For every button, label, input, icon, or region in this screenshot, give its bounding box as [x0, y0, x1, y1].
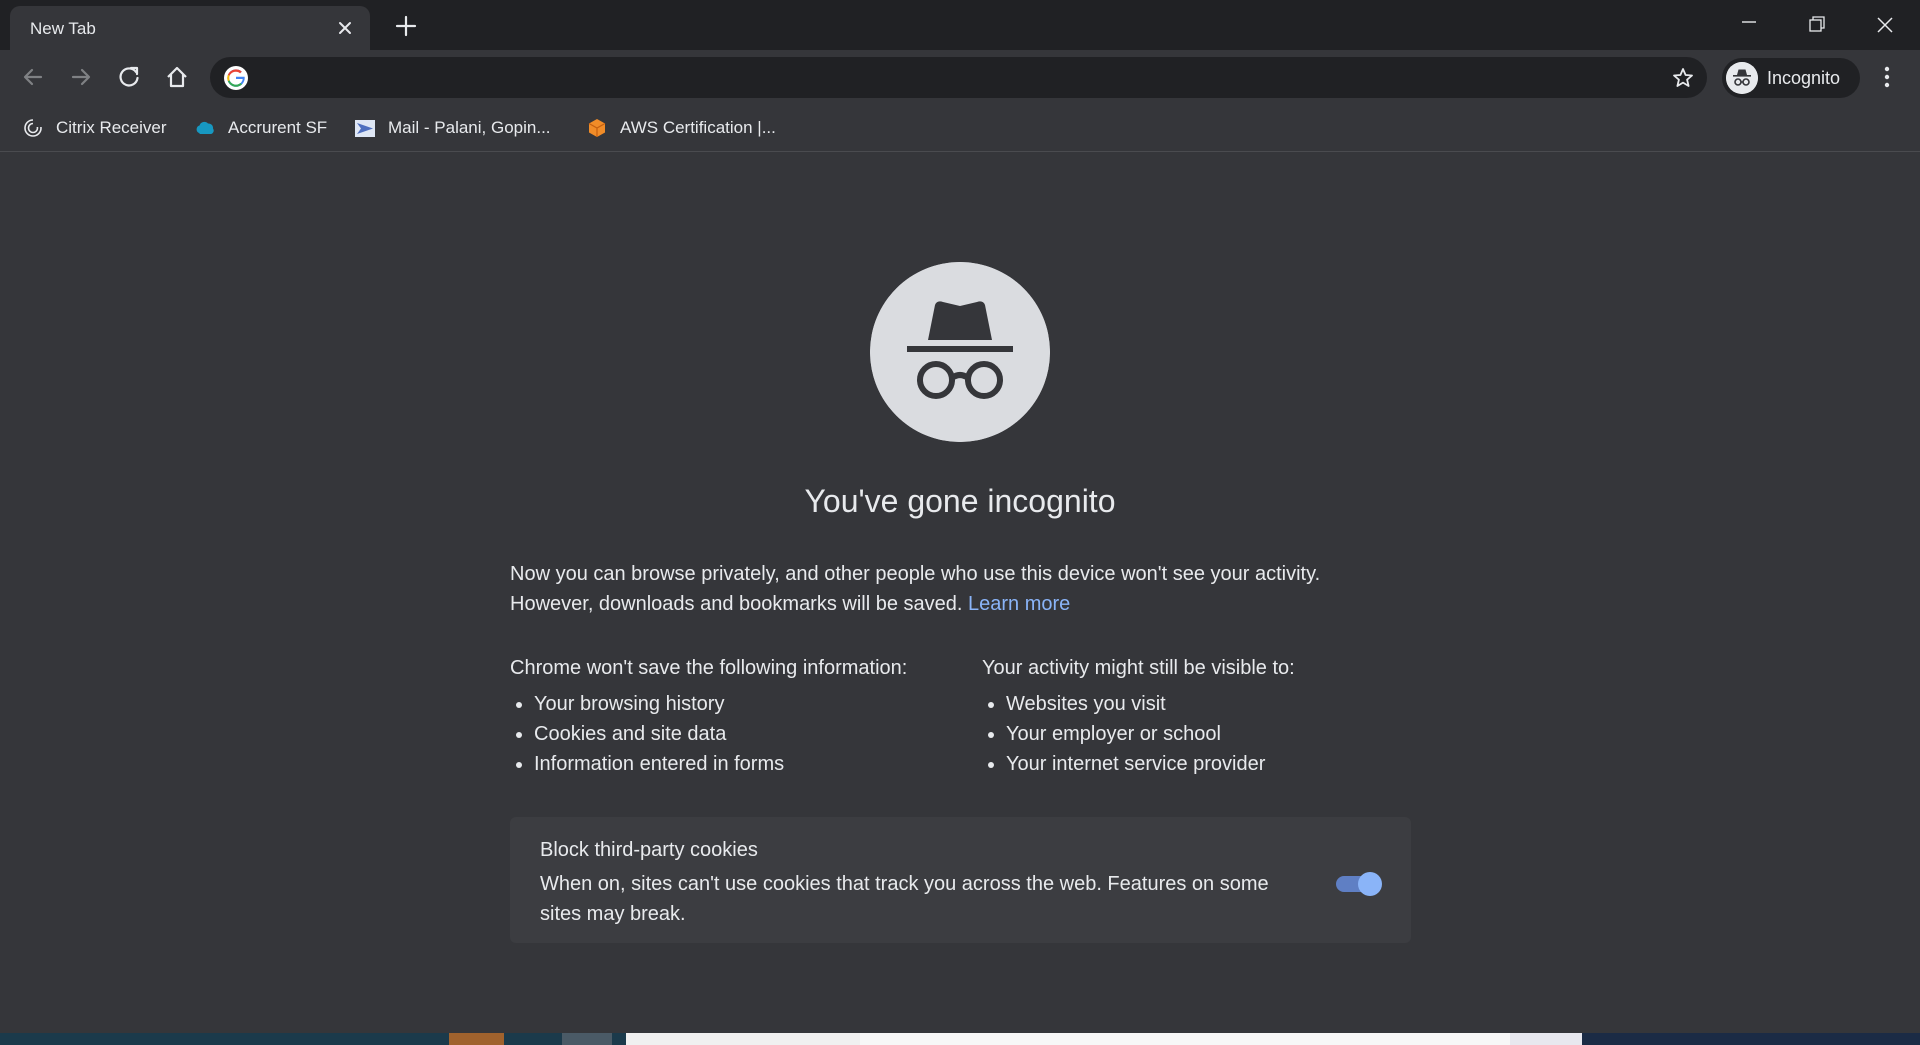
new-tab-plus-icon[interactable] [392, 12, 420, 40]
tab-title: New Tab [30, 19, 96, 38]
tab-strip: New Tab [0, 0, 1920, 50]
taskbar-app-tile[interactable] [562, 1033, 612, 1045]
profile-label: Incognito [1767, 68, 1841, 88]
still-visible-section: Your activity might still be visible to:… [982, 653, 1442, 779]
bookmark-star-icon[interactable] [1671, 66, 1695, 90]
bookmark-label: Citrix Receiver [56, 118, 167, 137]
bookmark-accrurent-sf[interactable]: Accrurent SF [194, 114, 327, 142]
cookie-card-description: When on, sites can't use cookies that tr… [540, 873, 1269, 925]
list-item: Your internet service provider [982, 749, 1442, 779]
reload-icon[interactable] [114, 62, 144, 92]
description-line-1: Now you can browse privately, and other … [510, 563, 1321, 585]
salesforce-cloud-icon [196, 121, 214, 134]
bookmark-citrix-receiver[interactable]: Citrix Receiver [22, 114, 167, 142]
bookmark-aws-certification[interactable]: AWS Certification |... [586, 114, 776, 142]
list-item: Websites you visit [982, 689, 1442, 719]
minimize-icon[interactable] [1720, 4, 1778, 44]
home-icon[interactable] [162, 62, 192, 92]
bookmark-label: Accrurent SF [228, 118, 328, 137]
mail-icon [355, 120, 375, 137]
description-line-2-text: However, downloads and bookmarks will be… [510, 593, 963, 615]
list-item: Cookies and site data [510, 719, 970, 749]
taskbar-app-tile[interactable] [449, 1033, 504, 1045]
incognito-hat-glasses-icon [870, 262, 1050, 442]
incognito-description: Now you can browse privately, and other … [510, 559, 1410, 619]
incognito-avatar-icon [1726, 62, 1758, 94]
taskbar-window-preview[interactable] [860, 1033, 1510, 1045]
aws-cube-icon [588, 119, 606, 137]
taskbar-peek [0, 1033, 1920, 1045]
third-party-cookies-card: Block third-party cookies When on, sites… [510, 817, 1411, 943]
learn-more-link[interactable]: Learn more [968, 593, 1070, 615]
list-item: Your browsing history [510, 689, 970, 719]
citrix-icon [24, 119, 42, 137]
still-visible-heading: Your activity might still be visible to: [982, 657, 1295, 679]
still-visible-list: Websites you visit Your employer or scho… [982, 689, 1442, 779]
incognito-page: You've gone incognito Now you can browse… [0, 153, 1920, 1033]
toolbar: Incognito [0, 50, 1920, 104]
bookmark-label: Mail - Palani, Gopin... [388, 118, 551, 137]
toggle-knob [1358, 872, 1382, 896]
bookmarks-bar: Citrix Receiver Accrurent SF Mail - Pala… [0, 104, 1920, 152]
close-icon[interactable] [334, 17, 356, 39]
cookie-card-title: Block third-party cookies [540, 839, 758, 861]
bookmark-mail[interactable]: Mail - Palani, Gopin... [354, 114, 551, 142]
list-item: Your employer or school [982, 719, 1442, 749]
block-cookies-toggle[interactable] [1334, 869, 1384, 897]
window-close-icon[interactable] [1856, 4, 1914, 44]
restore-icon[interactable] [1788, 4, 1846, 44]
list-item: Information entered in forms [510, 749, 970, 779]
taskbar-window-preview[interactable] [1510, 1033, 1582, 1045]
description-line-2: However, downloads and bookmarks will be… [510, 589, 1410, 619]
address-bar[interactable] [210, 57, 1707, 98]
bookmark-label: AWS Certification |... [620, 118, 776, 137]
not-saved-heading: Chrome won't save the following informat… [510, 657, 908, 679]
tab-new-tab[interactable]: New Tab [10, 6, 370, 50]
not-saved-list: Your browsing history Cookies and site d… [510, 689, 970, 779]
taskbar-tray [1582, 1033, 1920, 1045]
browser-window: New Tab Incognito Citrix Receiver Accrur… [0, 0, 1920, 1045]
back-arrow-icon[interactable] [18, 62, 48, 92]
google-g-icon [224, 66, 248, 90]
taskbar-window-preview[interactable] [626, 1033, 860, 1045]
forward-arrow-icon[interactable] [66, 62, 96, 92]
page-title: You've gone incognito [804, 483, 1116, 519]
kebab-menu-icon[interactable] [1872, 62, 1902, 92]
incognito-profile-button[interactable]: Incognito [1722, 58, 1860, 98]
not-saved-section: Chrome won't save the following informat… [510, 653, 970, 779]
